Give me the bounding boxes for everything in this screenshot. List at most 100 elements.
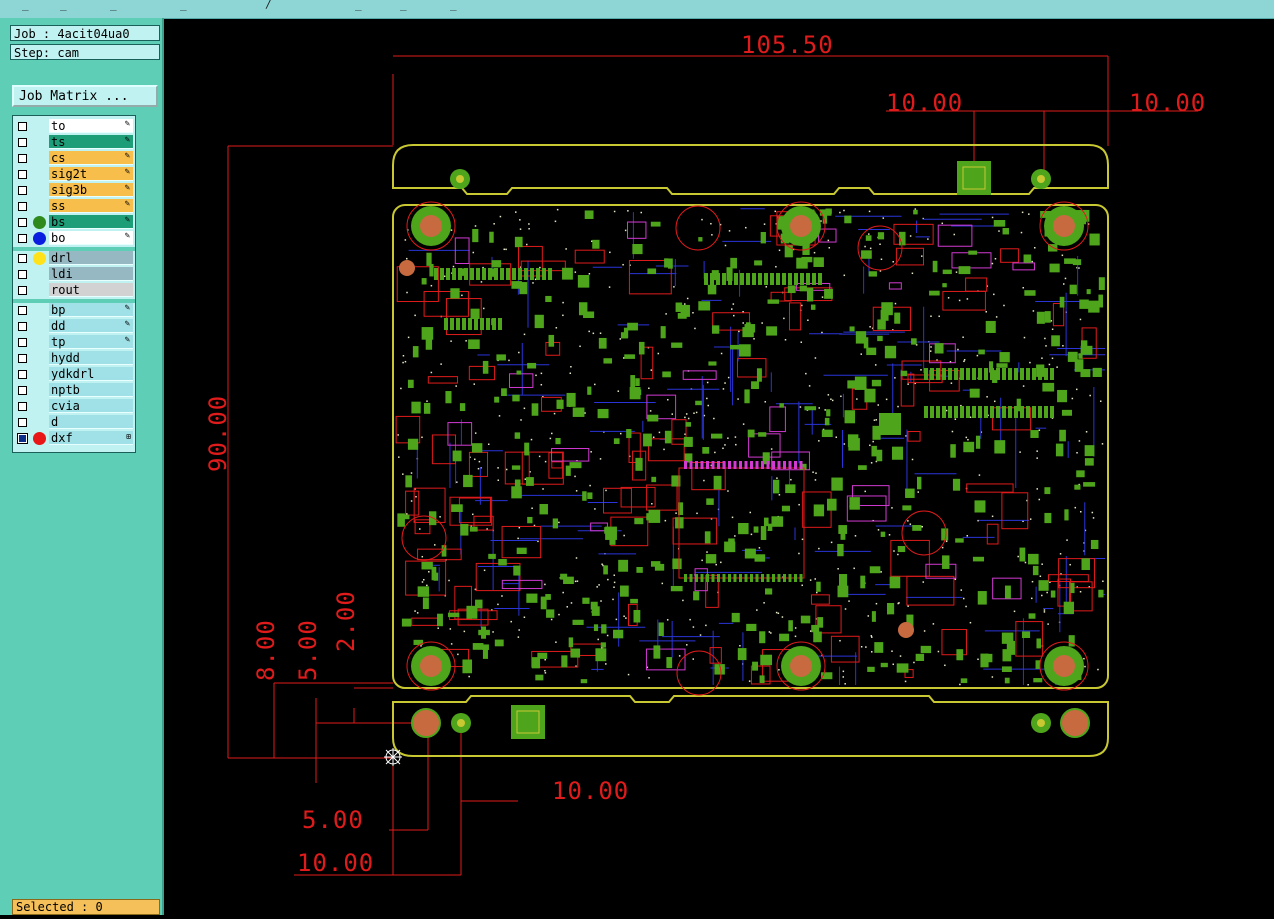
layer-row-cs[interactable]: cs ✎ [13, 151, 133, 166]
layer-name[interactable]: bo [49, 231, 133, 245]
layer-checkbox[interactable] [18, 418, 27, 427]
dim-left-5-label: 5.00 [294, 619, 322, 681]
layer-checkbox[interactable] [18, 170, 27, 179]
layer-row-bo[interactable]: bo ✎ [13, 231, 133, 246]
layer-row-ldi[interactable]: ldi [13, 267, 133, 282]
title-bar-glyph: / [265, 0, 272, 11]
layer-checkbox[interactable] [18, 234, 27, 243]
layer-name[interactable]: d [49, 415, 133, 429]
layer-name[interactable]: nptb [49, 383, 133, 397]
circuit-artwork [395, 201, 1105, 696]
layer-name[interactable]: ydkdrl [49, 367, 133, 381]
layer-checkbox[interactable] [18, 322, 27, 331]
scroll-icon[interactable]: ⊞ [126, 432, 131, 441]
layer-checkbox[interactable] [17, 433, 28, 444]
layer-list: to ✎ ts ✎ cs ✎ sig2t ✎ sig3b ✎ ss ✎ bs ✎ bo ✎ drl ldi rout… [12, 115, 136, 453]
layer-row-tp[interactable]: tp ✎ [13, 335, 133, 350]
layer-row-bs[interactable]: bs ✎ [13, 215, 133, 230]
title-bar-glyph: _ [180, 0, 187, 11]
layer-checkbox[interactable] [18, 306, 27, 315]
layer-name[interactable]: ss [49, 199, 133, 213]
pcb-view[interactable] [164, 18, 1274, 915]
selected-status: Selected : 0 [12, 899, 160, 915]
layer-name[interactable]: cs [49, 151, 133, 165]
pen-icon: ✎ [124, 231, 130, 241]
layer-row-d[interactable]: d [13, 415, 133, 430]
layer-checkbox[interactable] [18, 402, 27, 411]
layer-name[interactable]: bs [49, 215, 133, 229]
layer-checkbox[interactable] [18, 254, 27, 263]
title-bar-glyph: _ [22, 0, 29, 11]
layer-checkbox[interactable] [18, 370, 27, 379]
layer-row-rout[interactable]: rout [13, 283, 133, 298]
layer-row-bp[interactable]: bp ✎ [13, 303, 133, 318]
layer-row-dd[interactable]: dd ✎ [13, 319, 133, 334]
dim-width-label: 105.50 [741, 31, 834, 59]
layer-row-ss[interactable]: ss ✎ [13, 199, 133, 214]
layer-row-nptb[interactable]: nptb [13, 383, 133, 398]
dim-bottom-10b-label: 10.00 [297, 849, 375, 877]
dim-left-2-label: 2.00 [332, 590, 360, 652]
layer-name[interactable]: ldi [49, 267, 133, 281]
pen-icon: ✎ [124, 335, 130, 345]
dim-left-8-label: 8.00 [252, 619, 280, 681]
dim-bottom-10a-label: 10.00 [552, 777, 630, 805]
layer-name[interactable]: rout [49, 283, 133, 297]
layer-checkbox[interactable] [18, 186, 27, 195]
layer-row-sig2t[interactable]: sig2t ✎ [13, 167, 133, 182]
dim-bottom-5-label: 5.00 [302, 806, 364, 834]
layer-checkbox[interactable] [18, 218, 27, 227]
layer-row-to[interactable]: to ✎ [13, 119, 133, 134]
graphic-canvas[interactable]: 105.50 10.00 10.00 90.00 8.00 5.00 2.00 … [164, 18, 1274, 915]
layer-row-hydd[interactable]: hydd [13, 351, 133, 366]
layer-checkbox[interactable] [18, 354, 27, 363]
layer-name[interactable]: bp [49, 303, 133, 317]
pen-icon: ✎ [124, 151, 130, 161]
step-label: Step: cam [10, 44, 160, 60]
layer-checkbox[interactable] [18, 338, 27, 347]
layer-name[interactable]: ts [49, 135, 133, 149]
dim-rail-right-label: 10.00 [1129, 89, 1207, 117]
layer-checkbox[interactable] [18, 154, 27, 163]
layer-checkbox[interactable] [18, 286, 27, 295]
pen-icon: ✎ [124, 199, 130, 209]
pen-icon: ✎ [124, 319, 130, 329]
layer-name[interactable]: hydd [49, 351, 133, 365]
title-bar-glyph: _ [60, 0, 67, 11]
layer-row-ts[interactable]: ts ✎ [13, 135, 133, 150]
layer-color-dot-icon[interactable] [33, 252, 46, 265]
layer-color-dot-icon[interactable] [33, 216, 46, 229]
layer-checkbox[interactable] [18, 138, 27, 147]
layer-row-cvia[interactable]: cvia [13, 399, 133, 414]
rail-features [411, 161, 1090, 739]
layer-row-drl[interactable]: drl [13, 251, 133, 266]
layer-checkbox[interactable] [18, 202, 27, 211]
title-bar-glyph: _ [355, 0, 362, 11]
layer-name[interactable]: sig3b [49, 183, 133, 197]
layer-name[interactable]: cvia [49, 399, 133, 413]
layer-row-dxf[interactable]: dxf ⊞ [13, 431, 133, 446]
pen-icon: ✎ [124, 183, 130, 193]
layer-checkbox[interactable] [18, 386, 27, 395]
layer-checkbox[interactable] [18, 122, 27, 131]
layer-checkbox[interactable] [18, 270, 27, 279]
pen-icon: ✎ [124, 119, 130, 129]
layer-panel: Job : 4acit04ua0 Step: cam Job Matrix ..… [0, 18, 164, 915]
layer-name[interactable]: tp [49, 335, 133, 349]
layer-name[interactable]: dxf [49, 431, 133, 445]
layer-name[interactable]: dd [49, 319, 133, 333]
layer-row-ydkdrl[interactable]: ydkdrl [13, 367, 133, 382]
job-matrix-button[interactable]: Job Matrix ... [12, 85, 158, 107]
layer-row-sig3b[interactable]: sig3b ✎ [13, 183, 133, 198]
dim-height-label: 90.00 [204, 394, 232, 472]
layer-name[interactable]: to [49, 119, 133, 133]
title-bar-glyph: _ [450, 0, 457, 11]
layer-name[interactable]: drl [49, 251, 133, 265]
pen-icon: ✎ [124, 167, 130, 177]
layer-color-dot-icon[interactable] [33, 232, 46, 245]
origin-marker-icon [384, 748, 402, 766]
pen-icon: ✎ [124, 303, 130, 313]
pen-icon: ✎ [124, 135, 130, 145]
layer-color-dot-icon[interactable] [33, 432, 46, 445]
layer-name[interactable]: sig2t [49, 167, 133, 181]
